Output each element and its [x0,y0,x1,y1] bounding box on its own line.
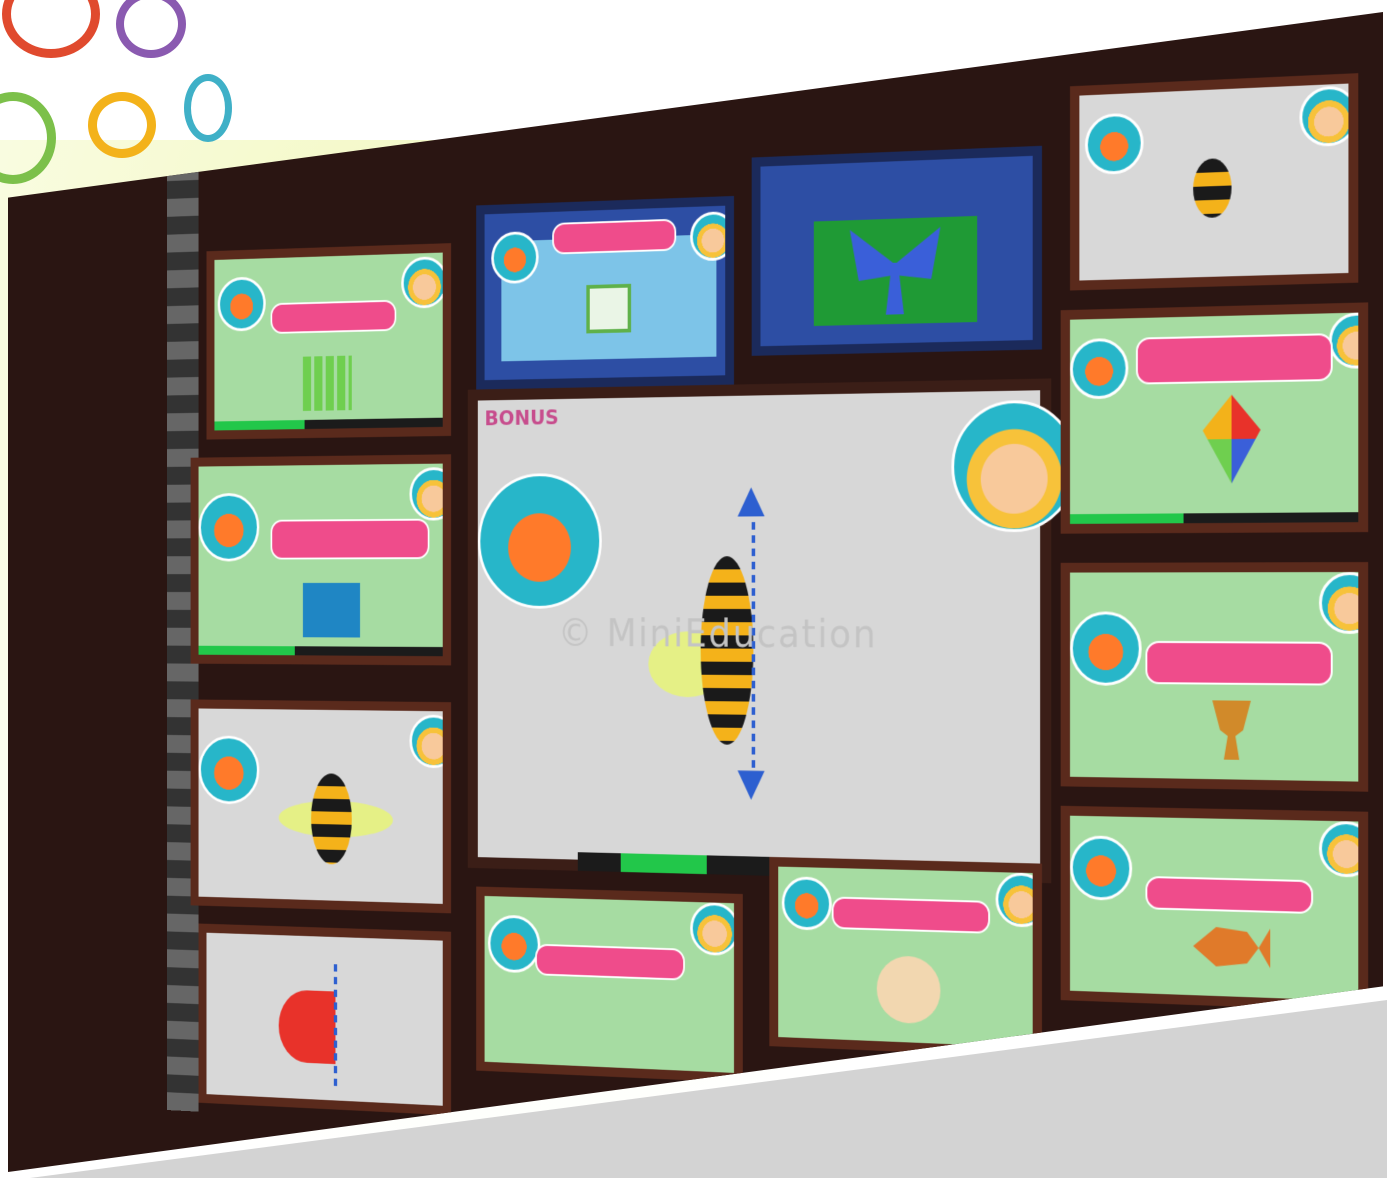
bee-icon [1193,158,1231,218]
letter-a-icon [586,284,631,334]
pink-banner [1145,641,1332,686]
slide-thumbnail-face [769,857,1042,1058]
fox-avatar [782,876,832,931]
fox-avatar [218,276,266,331]
girl-avatar-large [951,399,1077,532]
slide-collage-board: BONUS ▲ ▼ © MiniEducation [8,12,1383,1172]
pink-banner [552,219,676,255]
girl-avatar [409,467,451,521]
girl-avatar [401,256,448,309]
face-icon [877,955,941,1024]
yellow-ring-decoration [88,92,156,158]
slide-thumbnail-fish [1061,806,1369,1012]
slide-thumbnail-shapes [191,454,451,665]
slide-progress-strip [214,418,442,431]
arrow-up-icon: ▲ [738,480,765,518]
girl-avatar [1319,572,1368,634]
slide-thumbnail-letter [476,196,734,390]
half-heart-icon [279,989,336,1064]
fox-avatar [199,493,260,562]
slide-progress-strip [1070,512,1358,524]
slide-thumbnail-blocks [206,243,451,439]
bonus-slide: BONUS ▲ ▼ © MiniEducation [468,378,1052,883]
pink-banner [832,897,990,934]
fox-avatar [1085,112,1144,175]
pink-banner [271,519,430,560]
girl-avatar [996,872,1042,928]
arrow-down-icon: ▼ [738,764,765,802]
girl-avatar [690,211,734,261]
fox-avatar [199,735,260,804]
fox-avatar [1070,338,1128,400]
slide-thumbnail-kite [1061,302,1369,533]
slide-thumbnail-cup [476,887,743,1083]
bee-icon [311,773,352,865]
girl-avatar [690,902,739,956]
slide-thumbnail-butterfly [752,146,1042,356]
slide-thumbnail-trophy [1061,562,1369,792]
teal-ring-decoration [184,74,232,142]
trophy-icon [1212,700,1251,760]
bonus-badge: BONUS [485,406,559,430]
copyright-watermark: © MiniEducation [558,612,877,657]
fox-avatar [488,914,540,973]
pink-banner [1136,333,1333,384]
symmetry-line [334,964,337,1091]
slide-thumbnail-heart [199,924,452,1116]
girl-avatar [1329,312,1368,369]
pink-banner [1145,876,1313,914]
girl-avatar [409,715,451,769]
slide-thumbnail-bee [191,699,451,913]
slide-thumbnail-bee-small [1070,73,1358,290]
girl-avatar [1319,821,1368,878]
pink-banner [535,944,685,981]
kite-icon [1203,394,1261,484]
red-ring-decoration [2,0,100,58]
slide-progress-strip [199,646,443,656]
blue-shape-icon [303,583,360,638]
fox-avatar [1070,611,1142,686]
green-blocks-icon [303,356,352,411]
fox-avatar-large [478,473,602,609]
pink-banner [271,300,397,334]
girl-avatar [1299,85,1358,147]
purple-ring-decoration [116,0,186,58]
fish-icon [1193,926,1270,968]
fox-avatar [1070,835,1132,901]
